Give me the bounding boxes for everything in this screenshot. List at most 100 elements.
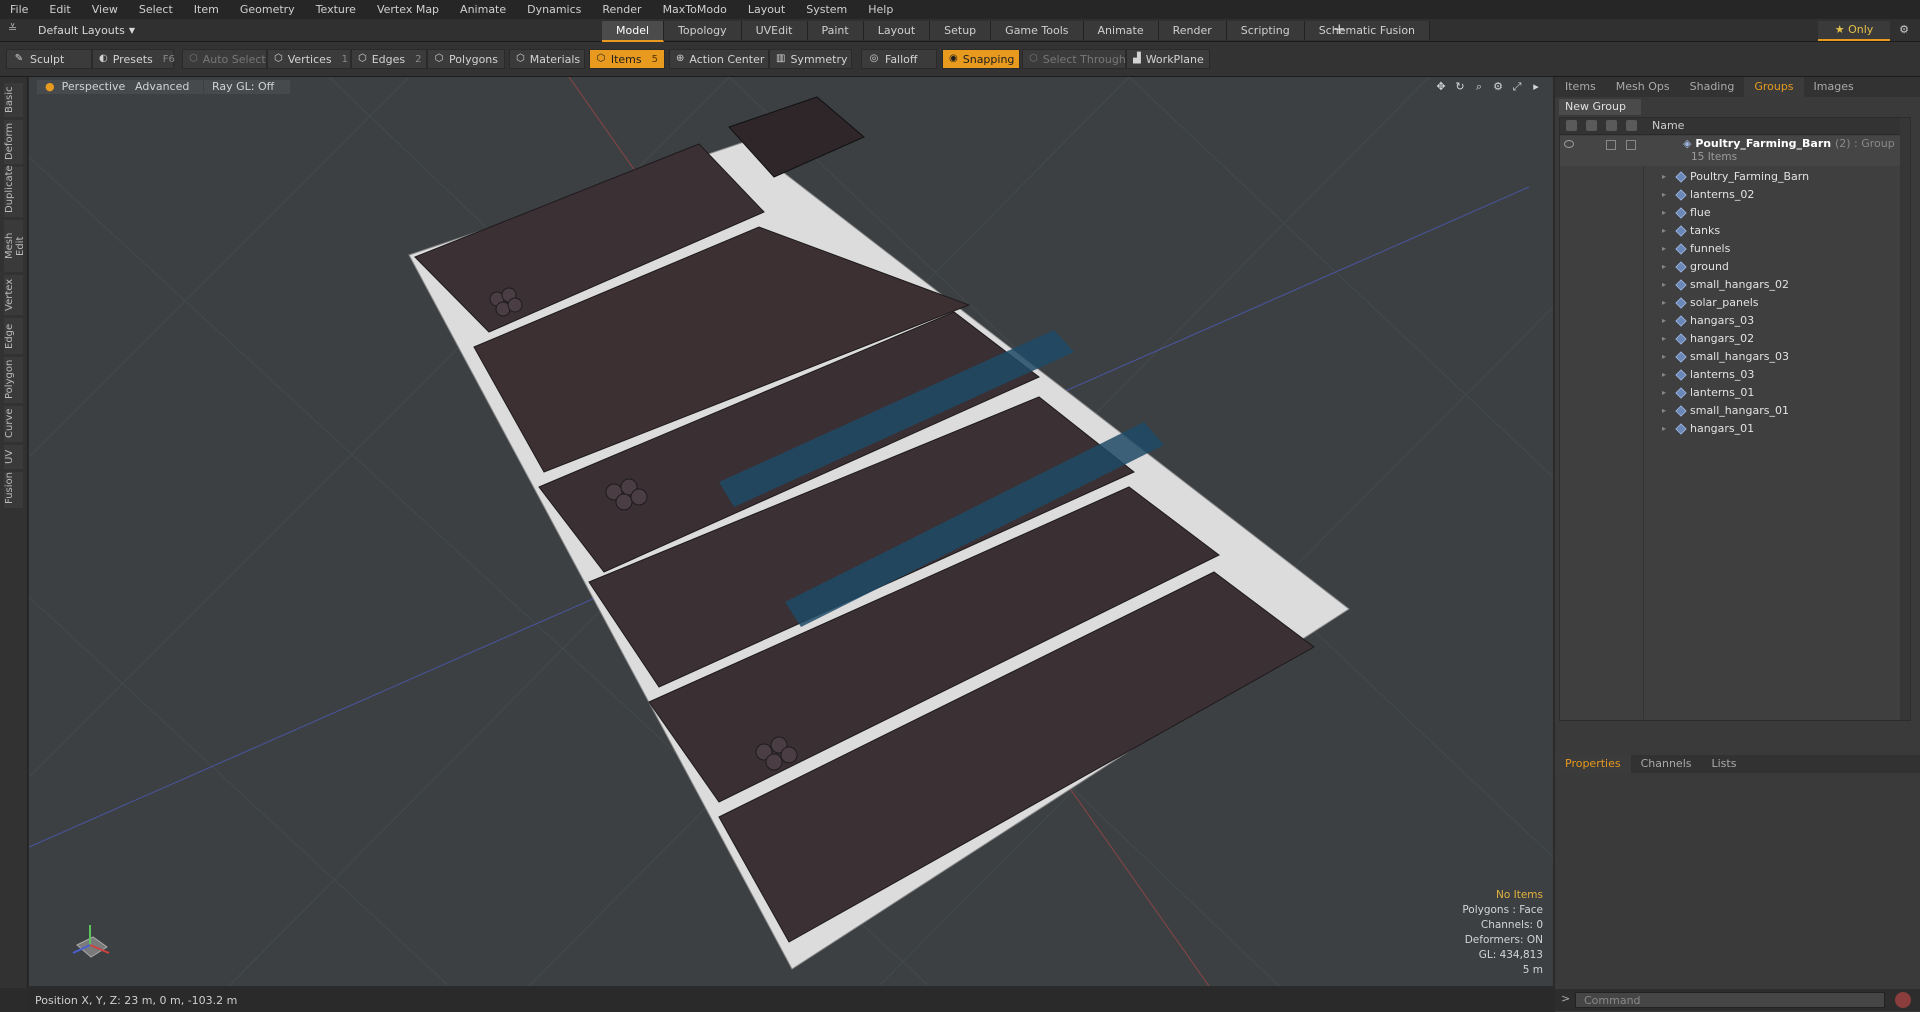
tab-layout[interactable]: Layout bbox=[863, 21, 931, 40]
left-tab-duplicate[interactable]: Duplicate bbox=[4, 165, 23, 217]
menu-file[interactable]: File bbox=[0, 3, 39, 16]
collapse-icon[interactable]: ≚ bbox=[8, 22, 17, 35]
left-tab-edge[interactable]: Edge bbox=[4, 318, 23, 354]
group-row[interactable]: ◈ Poultry_Farming_Barn (2) : Group 15 It… bbox=[1560, 136, 1910, 166]
materials-button[interactable]: ⬡ Materials bbox=[509, 49, 585, 69]
bottom-tab-lists[interactable]: Lists bbox=[1702, 754, 1747, 774]
left-tab-basic[interactable]: Basic bbox=[4, 83, 23, 117]
zoom-icon[interactable]: ⌕ bbox=[1472, 80, 1486, 94]
left-tab-uv[interactable]: UV bbox=[4, 445, 23, 469]
view-selector[interactable]: ● Perspective bbox=[37, 80, 134, 94]
left-tab-polygon[interactable]: Polygon bbox=[4, 357, 23, 403]
items-button[interactable]: ⬡ Items 5 bbox=[589, 49, 665, 69]
visibility-eye-icon[interactable] bbox=[1564, 140, 1574, 148]
tab-topology[interactable]: Topology bbox=[664, 21, 742, 40]
expand-arrow-icon[interactable]: ▸ bbox=[1662, 186, 1666, 204]
menu-geometry[interactable]: Geometry bbox=[230, 3, 306, 16]
tree-item[interactable]: ▸ small_hangars_03 bbox=[1560, 348, 1910, 366]
tab-paint[interactable]: Paint bbox=[807, 21, 864, 40]
sculpt-button[interactable]: ✎ Sculpt bbox=[6, 49, 92, 69]
symmetry-button[interactable]: ▥ Symmetry bbox=[769, 49, 852, 69]
menu-layout[interactable]: Layout bbox=[738, 3, 796, 16]
menu-view[interactable]: View bbox=[82, 3, 129, 16]
tree-item[interactable]: ▸ hangars_03 bbox=[1560, 312, 1910, 330]
tab-animate[interactable]: Animate bbox=[1083, 21, 1159, 40]
left-tab-vertex[interactable]: Vertex bbox=[4, 275, 23, 315]
tree-item[interactable]: ▸ lanterns_03 bbox=[1560, 366, 1910, 384]
render-icon[interactable] bbox=[1586, 120, 1597, 131]
bottom-tab-properties[interactable]: Properties bbox=[1555, 754, 1631, 774]
tree-item[interactable]: ▸ small_hangars_01 bbox=[1560, 402, 1910, 420]
shading-selector[interactable]: Advanced bbox=[127, 80, 203, 94]
eye-icon[interactable] bbox=[1566, 120, 1577, 131]
expand-arrow-icon[interactable]: ▸ bbox=[1662, 366, 1666, 384]
select-through-button[interactable]: ⬡ Select Through bbox=[1022, 49, 1126, 69]
menu-render[interactable]: Render bbox=[592, 3, 652, 16]
tree-item[interactable]: ▸ ground bbox=[1560, 258, 1910, 276]
expand-arrow-icon[interactable]: ▸ bbox=[1662, 294, 1666, 312]
expand-arrow-icon[interactable]: ▸ bbox=[1662, 402, 1666, 420]
layout-selector[interactable]: Default Layouts ▼ bbox=[38, 22, 135, 38]
menu-maxtomodo[interactable]: MaxToModo bbox=[653, 3, 738, 16]
tab-model[interactable]: Model bbox=[602, 21, 665, 42]
tree-item[interactable]: ▸ hangars_02 bbox=[1560, 330, 1910, 348]
settings-icon[interactable]: ⚙ bbox=[1491, 80, 1505, 94]
raygl-toggle[interactable]: Ray GL: Off bbox=[204, 80, 290, 94]
tab-game-tools[interactable]: Game Tools bbox=[991, 21, 1084, 40]
add-tab-icon[interactable]: + bbox=[1333, 20, 1346, 38]
auto-select-button[interactable]: ⬡ Auto Select bbox=[182, 49, 267, 69]
new-group-button[interactable]: New Group bbox=[1559, 99, 1641, 115]
action-center-button[interactable]: ⊕ Action Center bbox=[669, 49, 769, 69]
vertices-button[interactable]: ⬡ Vertices 1 bbox=[267, 49, 351, 69]
expand-arrow-icon[interactable]: ▸ bbox=[1662, 204, 1666, 222]
snapping-button[interactable]: ◉ Snapping bbox=[942, 49, 1020, 69]
tab-setup[interactable]: Setup bbox=[930, 21, 992, 40]
menu-dynamics[interactable]: Dynamics bbox=[517, 3, 592, 16]
tree-item[interactable]: ▸ small_hangars_02 bbox=[1560, 276, 1910, 294]
select-checkbox[interactable] bbox=[1626, 140, 1636, 150]
tab-uvedit[interactable]: UVEdit bbox=[741, 21, 808, 40]
polygons-button[interactable]: ⬡ Polygons bbox=[427, 49, 505, 69]
menu-select[interactable]: Select bbox=[129, 3, 184, 16]
menu-animate[interactable]: Animate bbox=[450, 3, 517, 16]
panel-tab-images[interactable]: Images bbox=[1804, 77, 1864, 97]
left-tab-mesh-edit[interactable]: Mesh Edit bbox=[4, 220, 26, 272]
menu-vertex-map[interactable]: Vertex Map bbox=[367, 3, 450, 16]
bottom-tab-channels[interactable]: Channels bbox=[1631, 754, 1702, 774]
panel-tab-groups[interactable]: Groups bbox=[1744, 77, 1804, 97]
3d-viewport[interactable]: ● Perspective Advanced Ray GL: Off ✥ ↻ ⌕… bbox=[29, 77, 1553, 986]
tree-item[interactable]: ▸ flue bbox=[1560, 204, 1910, 222]
expand-arrow-icon[interactable]: ▸ bbox=[1662, 240, 1666, 258]
left-tab-curve[interactable]: Curve bbox=[4, 406, 23, 442]
maximize-icon[interactable]: ⤢ bbox=[1510, 80, 1524, 94]
expand-arrow-icon[interactable]: ▸ bbox=[1662, 168, 1666, 186]
panel-tab-items[interactable]: Items bbox=[1555, 77, 1606, 97]
menu-edit[interactable]: Edit bbox=[39, 3, 81, 16]
tree-item[interactable]: ▸ lanterns_02 bbox=[1560, 186, 1910, 204]
left-tab-deform[interactable]: Deform bbox=[4, 120, 23, 164]
workplane-button[interactable]: ▟ WorkPlane bbox=[1126, 49, 1210, 69]
expand-arrow-icon[interactable]: ▸ bbox=[1662, 258, 1666, 276]
menu-system[interactable]: System bbox=[796, 3, 858, 16]
tab-render[interactable]: Render bbox=[1158, 21, 1227, 40]
lock-checkbox[interactable] bbox=[1606, 140, 1616, 150]
edges-button[interactable]: ⬡ Edges 2 bbox=[351, 49, 427, 69]
left-tab-fusion[interactable]: Fusion bbox=[4, 472, 23, 508]
expand-arrow-icon[interactable]: ▸ bbox=[1662, 330, 1666, 348]
menu-help[interactable]: Help bbox=[858, 3, 904, 16]
only-button[interactable]: ★ Only bbox=[1818, 21, 1890, 41]
tab-scripting[interactable]: Scripting bbox=[1226, 21, 1305, 40]
expand-arrow-icon[interactable]: ▸ bbox=[1662, 420, 1666, 438]
tree-item[interactable]: ▸ tanks bbox=[1560, 222, 1910, 240]
expand-arrow-icon[interactable]: ▸ bbox=[1662, 222, 1666, 240]
menu-item[interactable]: Item bbox=[184, 3, 230, 16]
menu-texture[interactable]: Texture bbox=[306, 3, 367, 16]
gear-icon[interactable]: ⚙ bbox=[1896, 22, 1912, 38]
pan-icon[interactable]: ✥ bbox=[1434, 80, 1448, 94]
presets-button[interactable]: ◐ Presets F6 bbox=[92, 49, 175, 69]
panel-tab-shading[interactable]: Shading bbox=[1680, 77, 1745, 97]
tree-item[interactable]: ▸ Poultry_Farming_Barn bbox=[1560, 168, 1910, 186]
tree-item[interactable]: ▸ lanterns_01 bbox=[1560, 384, 1910, 402]
select-icon[interactable] bbox=[1626, 120, 1637, 131]
expand-arrow-icon[interactable]: ▸ bbox=[1662, 276, 1666, 294]
